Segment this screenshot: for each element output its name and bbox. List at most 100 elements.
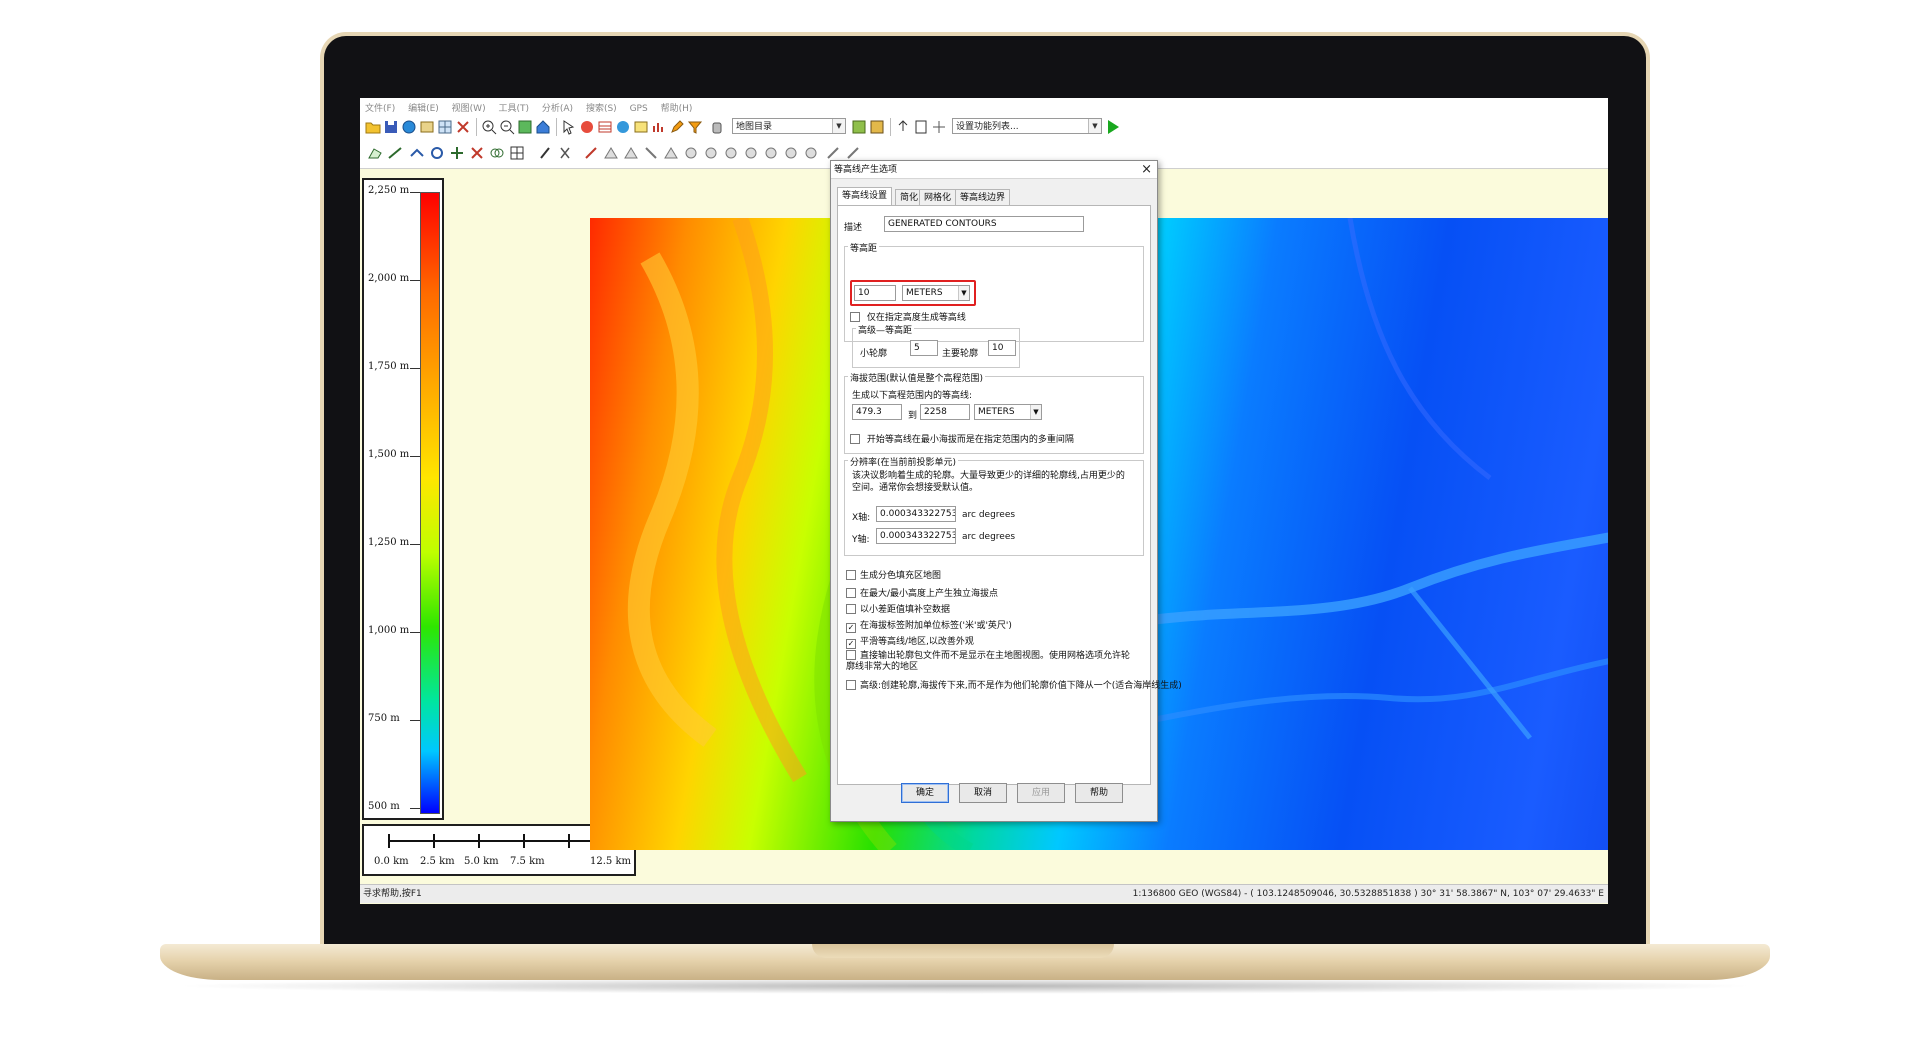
legend-label: 2,000 m bbox=[368, 273, 410, 284]
hand-icon[interactable] bbox=[708, 118, 726, 136]
help-button[interactable]: 帮助 bbox=[1075, 783, 1123, 803]
edit-icon[interactable] bbox=[668, 118, 686, 136]
check-row-4[interactable]: ✓ 平滑等高线/地区,以改善外观 bbox=[846, 634, 974, 649]
check-row-6[interactable]: 高级:创建轮廓,海拔传下来,而不是作为他们轮廓价值下降从一个(适合海岸线生成) bbox=[846, 678, 1182, 691]
cut-icon[interactable] bbox=[468, 144, 486, 162]
minor-input[interactable]: 5 bbox=[910, 340, 938, 356]
grid-create-icon[interactable] bbox=[508, 144, 526, 162]
range-from-input[interactable]: 479.3 bbox=[852, 404, 902, 420]
shape-tool-10-icon[interactable] bbox=[782, 144, 800, 162]
menu-tools[interactable]: 工具(T) bbox=[493, 98, 534, 114]
shape-tool-2-icon[interactable] bbox=[622, 144, 640, 162]
menu-view[interactable]: 视图(W) bbox=[447, 98, 491, 114]
menu-edit[interactable]: 编辑(E) bbox=[403, 98, 444, 114]
home-icon[interactable] bbox=[534, 118, 552, 136]
tools-icon[interactable] bbox=[454, 118, 472, 136]
scale-tick bbox=[523, 834, 525, 848]
checkbox-3[interactable]: ✓ bbox=[846, 623, 856, 633]
tab-contour-bounds[interactable]: 等高线边界 bbox=[955, 189, 1011, 206]
range-checkbox[interactable] bbox=[850, 434, 860, 444]
menu-help[interactable]: 帮助(H) bbox=[656, 98, 698, 114]
range-unit-select[interactable]: METERS ▼ bbox=[974, 404, 1042, 420]
interval-unit-select[interactable]: METERS ▼ bbox=[902, 285, 970, 301]
document-icon[interactable] bbox=[912, 118, 930, 136]
play-icon[interactable] bbox=[1108, 120, 1119, 134]
menu-analysis[interactable]: 分析(A) bbox=[537, 98, 578, 114]
select-icon[interactable] bbox=[560, 118, 578, 136]
description-label: 描述 bbox=[844, 223, 863, 233]
checkbox-2[interactable] bbox=[846, 604, 856, 614]
check-row-3[interactable]: ✓ 在海拔标签附加单位标签('米'或'英尺') bbox=[846, 618, 1012, 633]
menu-file[interactable]: 文件(F) bbox=[360, 98, 400, 114]
y-resolution-input[interactable]: 0.00034332275390625 bbox=[876, 528, 956, 544]
checkbox-1[interactable] bbox=[846, 588, 856, 598]
range-checkbox-row[interactable]: 开始等高线在最小海拔而是在指定范围内的多重间隔 bbox=[850, 432, 1074, 445]
tab-gridding[interactable]: 网格化 bbox=[919, 189, 957, 206]
zoom-in-icon[interactable] bbox=[480, 118, 498, 136]
layers-icon[interactable] bbox=[418, 118, 436, 136]
x-axis-label: X轴: bbox=[852, 513, 871, 523]
checkbox-5[interactable] bbox=[846, 650, 856, 660]
open-folder-icon[interactable] bbox=[364, 118, 382, 136]
check-row-1[interactable]: 在最大/最小高度上产生独立海拔点 bbox=[846, 586, 998, 599]
description-input[interactable]: GENERATED CONTOURS bbox=[884, 216, 1084, 232]
shape-tool-4-icon[interactable] bbox=[662, 144, 680, 162]
edit-vertex-icon[interactable] bbox=[408, 144, 426, 162]
draw-polygon-icon[interactable] bbox=[366, 144, 384, 162]
cancel-button[interactable]: 取消 bbox=[959, 783, 1007, 803]
close-icon[interactable]: × bbox=[1141, 161, 1152, 179]
apply-button[interactable]: 应用 bbox=[1017, 783, 1065, 803]
upload-icon[interactable] bbox=[894, 118, 912, 136]
layer-style-icon[interactable] bbox=[868, 118, 886, 136]
map-icon[interactable] bbox=[632, 118, 650, 136]
save-icon[interactable] bbox=[382, 118, 400, 136]
rotate-icon[interactable] bbox=[428, 144, 446, 162]
menu-search[interactable]: 搜索(S) bbox=[581, 98, 622, 114]
chart-icon[interactable] bbox=[650, 118, 668, 136]
filter-icon[interactable] bbox=[686, 118, 704, 136]
config-combo[interactable]: 设置功能列表... ▼ bbox=[952, 118, 1102, 134]
table-icon[interactable] bbox=[596, 118, 614, 136]
x-resolution-input[interactable]: 0.00034332275390625 bbox=[876, 506, 956, 522]
split-icon[interactable] bbox=[582, 144, 600, 162]
tab-contour-settings[interactable]: 等高线设置 bbox=[837, 187, 893, 206]
shape-tool-1-icon[interactable] bbox=[602, 144, 620, 162]
check-row-2[interactable]: 以小差距值填补空数据 bbox=[846, 602, 950, 615]
map-catalog-combo[interactable]: 地图目录 ▼ bbox=[732, 118, 846, 134]
check-label-2: 以小差距值填补空数据 bbox=[860, 605, 951, 615]
shape-tool-6-icon[interactable] bbox=[702, 144, 720, 162]
shape-tool-9-icon[interactable] bbox=[762, 144, 780, 162]
checkbox-6[interactable] bbox=[846, 680, 856, 690]
draw-line-icon[interactable] bbox=[386, 144, 404, 162]
checkbox-4[interactable]: ✓ bbox=[846, 639, 856, 649]
grid-icon[interactable] bbox=[436, 118, 454, 136]
layer-add-icon[interactable] bbox=[850, 118, 868, 136]
merge-icon[interactable] bbox=[488, 144, 506, 162]
move-icon[interactable] bbox=[448, 144, 466, 162]
check-row-5[interactable]: 直接输出轮廓包文件而不是显示在主地图视图。使用网格选项允许轮廓线非常大的地区 bbox=[846, 650, 1136, 673]
checkbox-0[interactable] bbox=[846, 570, 856, 580]
zoom-out-icon[interactable] bbox=[498, 118, 516, 136]
ok-button[interactable]: 确定 bbox=[901, 783, 949, 803]
dialog-title-bar[interactable]: 等高线产生选项 × bbox=[831, 161, 1157, 179]
only-specified-checkbox[interactable] bbox=[850, 312, 860, 322]
shape-tool-7-icon[interactable] bbox=[722, 144, 740, 162]
check-row-0[interactable]: 生成分色填充区地图 bbox=[846, 568, 941, 581]
range-to-input[interactable]: 2258 bbox=[920, 404, 970, 420]
major-input[interactable]: 10 bbox=[988, 340, 1016, 356]
crosshair-icon[interactable] bbox=[930, 118, 948, 136]
measure-icon[interactable] bbox=[614, 118, 632, 136]
zoom-layer-icon[interactable] bbox=[516, 118, 534, 136]
menu-gps[interactable]: GPS bbox=[625, 101, 653, 114]
shape-tool-8-icon[interactable] bbox=[742, 144, 760, 162]
point-icon[interactable] bbox=[536, 144, 554, 162]
globe-icon[interactable] bbox=[400, 118, 418, 136]
shape-tool-5-icon[interactable] bbox=[682, 144, 700, 162]
only-specified-checkbox-row[interactable]: 仅在指定高度生成等高线 bbox=[850, 310, 966, 323]
shape-tool-11-icon[interactable] bbox=[802, 144, 820, 162]
info-icon[interactable] bbox=[578, 118, 596, 136]
shape-tool-3-icon[interactable] bbox=[642, 144, 660, 162]
node-icon[interactable] bbox=[556, 144, 574, 162]
interval-input[interactable]: 10 bbox=[854, 285, 896, 301]
check-label-1: 在最大/最小高度上产生独立海拔点 bbox=[860, 589, 999, 599]
